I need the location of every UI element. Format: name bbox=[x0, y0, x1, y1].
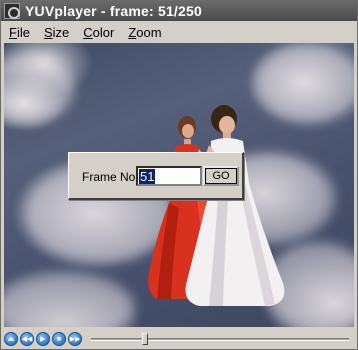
frame-number-input[interactable]: 51 bbox=[136, 166, 202, 186]
play-icon[interactable]: ▶ bbox=[36, 332, 50, 346]
menu-color[interactable]: Color bbox=[83, 25, 114, 40]
frame-number-label: Frame No bbox=[82, 170, 136, 184]
title-bar[interactable]: YUVplayer - frame: 51/250 bbox=[1, 1, 357, 21]
seek-slider-track[interactable] bbox=[91, 338, 349, 341]
dancer-white-dress bbox=[185, 105, 285, 306]
yuvplayer-app-icon[interactable] bbox=[4, 3, 20, 19]
video-cloud bbox=[4, 53, 74, 123]
menu-bar: File Size Color Zoom bbox=[1, 21, 357, 43]
app-window: YUVplayer - frame: 51/250 File Size Colo… bbox=[0, 0, 358, 350]
go-button[interactable]: GO bbox=[203, 166, 239, 186]
rewind-icon[interactable]: ◀◀ bbox=[20, 332, 34, 346]
menu-file[interactable]: File bbox=[9, 25, 30, 40]
menu-zoom[interactable]: Zoom bbox=[128, 25, 161, 40]
playback-controls: ⏏ ◀◀ ▶ ■ ▶▶ bbox=[1, 329, 357, 349]
window-title: YUVplayer - frame: 51/250 bbox=[25, 3, 202, 19]
eject-icon[interactable]: ⏏ bbox=[4, 332, 18, 346]
fast-forward-icon[interactable]: ▶▶ bbox=[68, 332, 82, 346]
stop-icon[interactable]: ■ bbox=[52, 332, 66, 346]
video-cloud bbox=[4, 273, 134, 327]
frame-number-value: 51 bbox=[139, 168, 156, 184]
menu-size[interactable]: Size bbox=[44, 25, 69, 40]
goto-frame-dialog: Frame No 51 GO bbox=[68, 152, 244, 200]
seek-slider-thumb[interactable] bbox=[141, 333, 148, 345]
